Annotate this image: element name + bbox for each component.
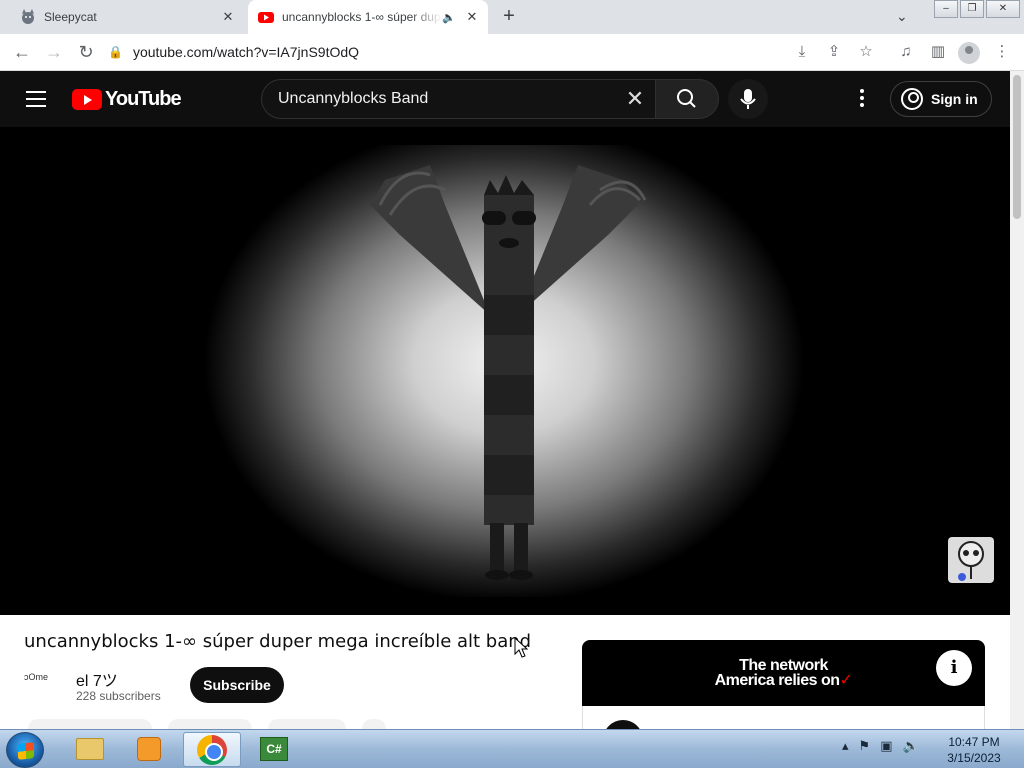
page-scrollbar[interactable] bbox=[1010, 71, 1024, 729]
subscriber-count: 228 subscribers bbox=[76, 689, 161, 703]
search-icon bbox=[677, 89, 696, 108]
voice-search-button[interactable] bbox=[728, 79, 768, 119]
ad-lower-panel bbox=[582, 706, 985, 729]
reload-button[interactable]: ↻ bbox=[74, 40, 98, 64]
numberblock-character bbox=[370, 165, 647, 580]
system-clock[interactable]: 10:47 PM 3/15/2023 bbox=[936, 734, 1012, 766]
action-chip[interactable] bbox=[168, 719, 252, 729]
minimize-button[interactable]: – bbox=[934, 0, 958, 18]
volume-icon[interactable]: 🔈 bbox=[902, 738, 918, 754]
sign-in-label: Sign in bbox=[931, 91, 978, 107]
chevron-down-icon[interactable]: ⌄ bbox=[896, 8, 908, 25]
skull-icon bbox=[958, 541, 984, 581]
windows-taskbar: C# ▴ ⚑ ▣ 🔈 10:47 PM 3/15/2023 bbox=[0, 729, 1024, 768]
network-icon[interactable]: ▣ bbox=[880, 738, 892, 754]
browser-menu-icon[interactable]: ⋮ bbox=[990, 40, 1014, 64]
search-query: Uncannyblocks Band bbox=[278, 90, 429, 107]
side-panel-icon[interactable]: ▥ bbox=[926, 40, 950, 64]
tab-sleepycat[interactable]: Sleepycat ✕ bbox=[8, 0, 244, 34]
csharp-icon: C# bbox=[260, 737, 288, 761]
channel-name[interactable]: el 7ツ bbox=[76, 667, 118, 691]
youtube-play-icon bbox=[72, 89, 102, 110]
forward-button[interactable]: → bbox=[42, 40, 66, 64]
chrome-icon bbox=[197, 735, 227, 765]
sign-in-button[interactable]: Sign in bbox=[890, 81, 992, 117]
tab-title: uncannyblocks 1-∞ súper duper mega incre… bbox=[282, 10, 442, 24]
video-player[interactable] bbox=[0, 127, 1010, 615]
mouse-cursor-icon bbox=[514, 637, 529, 658]
close-tab-icon[interactable]: ✕ bbox=[462, 7, 482, 27]
bookmark-star-icon[interactable]: ☆ bbox=[854, 40, 878, 64]
url-text: youtube.com/watch?v=IA7jnS9tOdQ bbox=[132, 44, 360, 60]
scrollbar-thumb[interactable] bbox=[1013, 75, 1021, 219]
install-icon[interactable]: ⤓ bbox=[790, 40, 814, 64]
lock-icon[interactable]: 🔒 bbox=[108, 45, 123, 59]
clock-date: 3/15/2023 bbox=[947, 751, 1001, 765]
channel-watermark-icon[interactable] bbox=[948, 537, 994, 583]
address-bar[interactable]: 🔒 youtube.com/watch?v=IA7jnS9tOdQ bbox=[108, 37, 888, 67]
clock-time: 10:47 PM bbox=[948, 735, 1000, 749]
channel-avatar[interactable]: ɔOme bbox=[24, 667, 64, 707]
folder-icon bbox=[76, 738, 104, 760]
taskbar-media-player[interactable] bbox=[120, 732, 178, 767]
microphone-icon bbox=[740, 89, 756, 109]
taskbar-csharp-app[interactable]: C# bbox=[246, 732, 304, 767]
action-chip[interactable] bbox=[28, 719, 152, 729]
search-button[interactable] bbox=[655, 79, 719, 119]
video-frame[interactable] bbox=[200, 145, 808, 597]
media-player-icon bbox=[137, 737, 161, 761]
restore-button[interactable]: ❐ bbox=[960, 0, 984, 18]
action-chip[interactable] bbox=[268, 719, 346, 729]
new-tab-button[interactable]: + bbox=[498, 6, 520, 28]
ad-line-2: America relies on bbox=[714, 672, 840, 689]
close-window-button[interactable]: ✕ bbox=[986, 0, 1020, 18]
action-center-flag-icon[interactable]: ⚑ bbox=[859, 738, 871, 754]
user-circle-icon bbox=[901, 88, 923, 110]
show-hidden-icons-icon[interactable]: ▴ bbox=[842, 738, 849, 754]
media-control-icon[interactable]: ♫ bbox=[894, 40, 918, 64]
window-controls: – ❐ ✕ bbox=[932, 0, 1020, 18]
tab-title: Sleepycat bbox=[44, 10, 97, 24]
hamburger-menu-icon[interactable] bbox=[26, 91, 46, 107]
back-button[interactable]: ← bbox=[10, 40, 34, 64]
youtube-header: YouTube Uncannyblocks Band ✕ Sign in bbox=[0, 71, 1010, 127]
video-details: uncannyblocks 1-∞ súper duper mega incre… bbox=[0, 615, 1010, 729]
start-button[interactable] bbox=[6, 732, 44, 768]
system-tray: ▴ ⚑ ▣ 🔈 bbox=[842, 738, 929, 754]
checkmark-icon: ✓ bbox=[839, 672, 853, 689]
taskbar-chrome[interactable] bbox=[183, 732, 241, 767]
ad-line-1: The network bbox=[739, 657, 828, 674]
youtube-icon bbox=[258, 12, 274, 23]
profile-avatar-icon[interactable] bbox=[958, 42, 980, 64]
clear-search-icon[interactable]: ✕ bbox=[615, 86, 655, 112]
settings-menu-icon[interactable] bbox=[852, 89, 872, 109]
ad-info-icon[interactable]: i bbox=[936, 650, 972, 686]
cat-icon bbox=[22, 9, 34, 24]
close-tab-icon[interactable]: ✕ bbox=[218, 7, 238, 27]
ad-headline: The network America relies on✓ bbox=[582, 657, 985, 689]
youtube-logo[interactable]: YouTube bbox=[72, 88, 182, 111]
action-chips bbox=[28, 719, 402, 729]
subscribe-button[interactable]: Subscribe bbox=[190, 667, 284, 703]
taskbar-explorer[interactable] bbox=[60, 732, 118, 767]
video-title: uncannyblocks 1-∞ súper duper mega incre… bbox=[24, 631, 532, 652]
youtube-page: YouTube Uncannyblocks Band ✕ Sign in unc… bbox=[0, 71, 1010, 729]
search-input[interactable]: Uncannyblocks Band ✕ bbox=[261, 79, 655, 119]
browser-tab-strip: Sleepycat ✕ uncannyblocks 1-∞ súper dupe… bbox=[0, 0, 1024, 34]
tab-youtube-video[interactable]: uncannyblocks 1-∞ súper duper mega incre… bbox=[248, 0, 488, 34]
sidebar-ad[interactable]: The network America relies on✓ i bbox=[582, 640, 985, 729]
share-icon[interactable]: ⇪ bbox=[822, 40, 846, 64]
action-chip[interactable] bbox=[362, 719, 386, 729]
browser-toolbar: ← → ↻ 🔒 youtube.com/watch?v=IA7jnS9tOdQ … bbox=[0, 34, 1024, 71]
audio-playing-icon[interactable]: 🔈 bbox=[442, 11, 456, 24]
logo-wordmark: YouTube bbox=[105, 88, 182, 110]
